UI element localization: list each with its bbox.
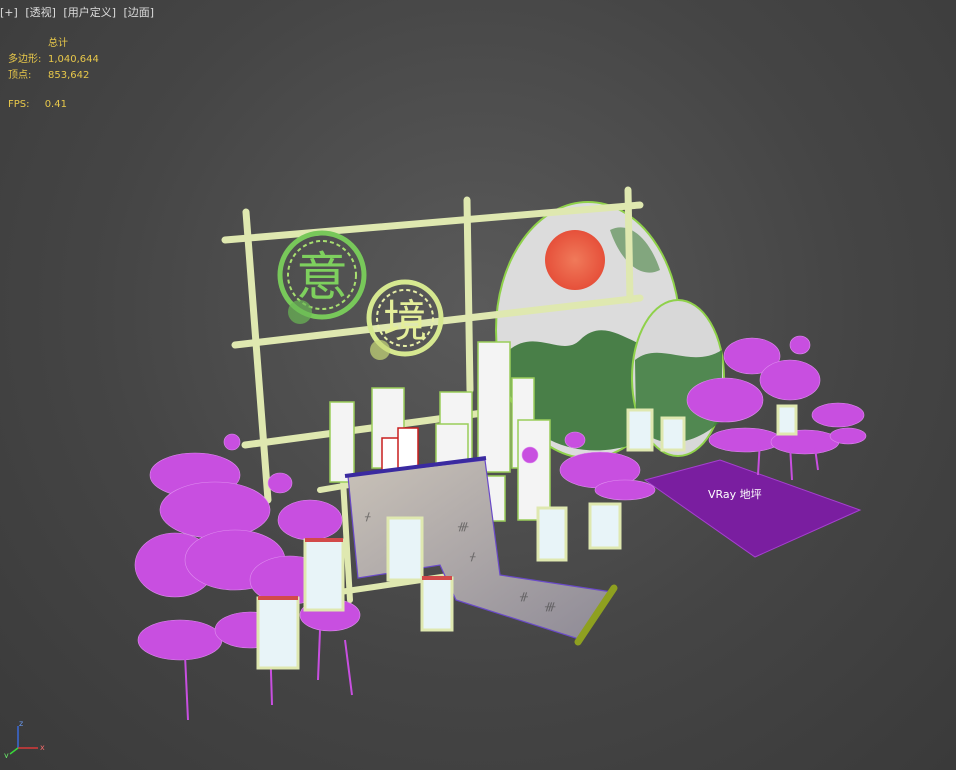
vray-floor-plane[interactable] (643, 459, 862, 558)
vray-plane-label: VRay 地坪 (708, 488, 762, 501)
stats-total-header: 总计 (48, 38, 68, 49)
svg-text:ᚋ: ᚋ (364, 510, 371, 523)
svg-text:ᚌ: ᚌ (519, 590, 529, 603)
fps-value: 0.41 (44, 99, 67, 110)
svg-text:ᚍ: ᚍ (457, 520, 469, 533)
sign-yi-char: 意 (296, 248, 348, 308)
fps-label: FPS: (8, 99, 30, 110)
svg-text:ᚍ: ᚍ (544, 600, 556, 613)
viewport-display-mode[interactable]: [边面] (124, 6, 155, 19)
stats-vertices-value: 853,642 (48, 70, 90, 81)
axis-x-label: x (40, 743, 45, 752)
viewport-label-bar: [+] [透视] [用户定义] [边面] (0, 4, 158, 20)
calligraphy-scroll[interactable]: ᚋᚌᚍ ᚋᚌᚍ (344, 456, 618, 646)
viewport-shading-mode[interactable]: [用户定义] (63, 6, 116, 19)
sign-jing-char: 境 (383, 296, 427, 347)
stats-polygons-label: 多边形: (8, 54, 42, 65)
axis-z-label: z (19, 719, 23, 728)
fps-readout: FPS: 0.41 (8, 99, 67, 110)
viewport-point-of-view[interactable]: [透视] (25, 6, 56, 19)
statistics-overlay: 总计 多边形: 1,040,644 顶点: 853,642 (8, 36, 99, 84)
axis-y-label: y (4, 751, 9, 758)
axis-tripod-icon: z x y (4, 719, 45, 758)
scene-render[interactable]: 意 境 ᚋᚍ ᚋᚌᚍ (0, 0, 956, 770)
stats-vertices-row: 顶点: 853,642 (8, 68, 99, 84)
stats-vertices-label: 顶点: (8, 70, 32, 81)
sign-yi[interactable]: 意 (277, 230, 367, 324)
viewport-menu-plus[interactable]: [+] (0, 6, 18, 19)
stats-polygons-value: 1,040,644 (48, 54, 99, 65)
3d-viewport[interactable]: 意 境 ᚋ ᚍ ᚋ ᚌ ᚍ [+] [透视] [用户定义] [边面] 总计 多边… (0, 0, 956, 770)
stats-polygons-row: 多边形: 1,040,644 (8, 52, 99, 68)
svg-text:ᚋ: ᚋ (469, 550, 476, 563)
